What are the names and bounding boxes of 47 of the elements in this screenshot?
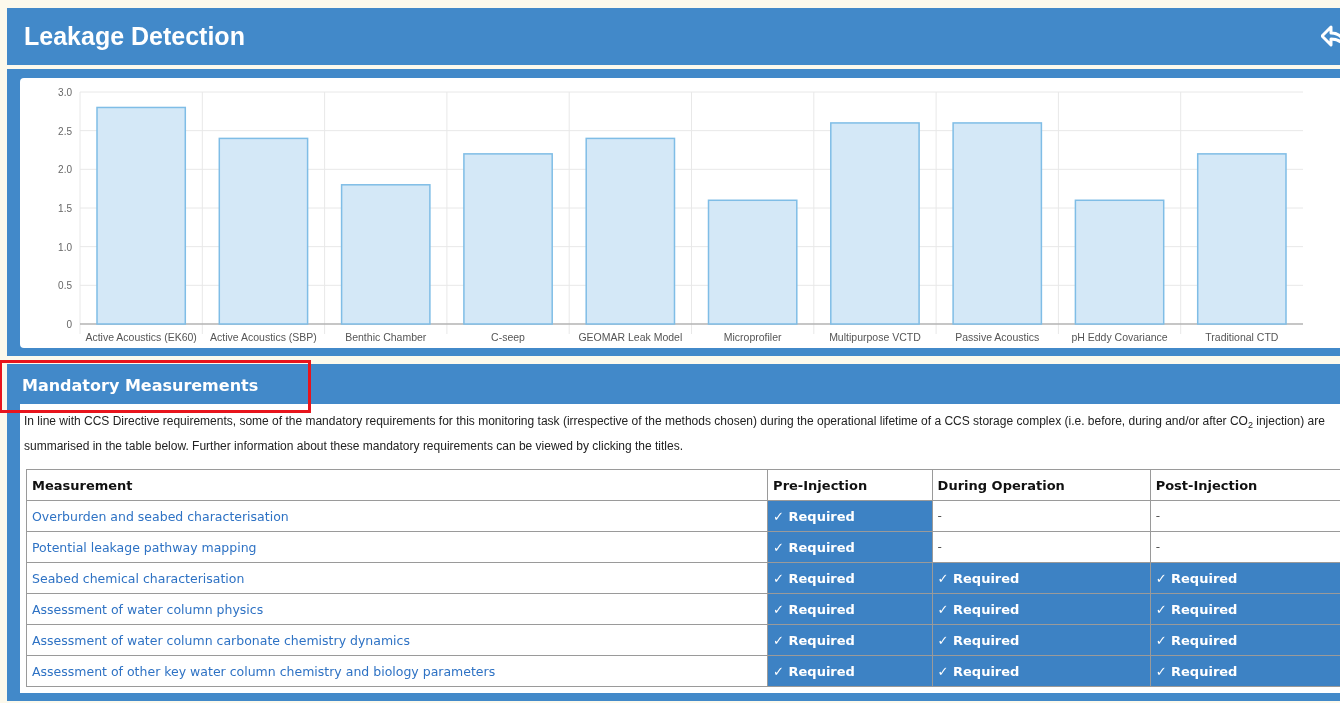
page-title: Leakage Detection — [24, 22, 245, 51]
required-cell: ✓ Required — [767, 531, 933, 563]
required-cell: ✓ Required — [1150, 562, 1340, 594]
axis-category-label: Traditional CTD — [1205, 331, 1279, 343]
required-cell: ✓ Required — [767, 562, 933, 594]
measurement-link[interactable]: Potential leakage pathway mapping — [32, 539, 257, 555]
axis-category-label: Passive Acoustics — [955, 331, 1040, 343]
required-cell: ✓ Required — [932, 655, 1151, 687]
required-cell: ✓ Required — [1150, 655, 1340, 687]
column-header: Measurement — [26, 469, 768, 501]
table-cell: - — [1150, 500, 1340, 532]
required-cell: ✓ Required — [1150, 624, 1340, 656]
axis-tick-label: 3.0 — [58, 87, 72, 98]
axis-category-label: Multipurpose VCTD — [829, 331, 921, 343]
required-cell: ✓ Required — [767, 500, 933, 532]
table-cell: - — [932, 500, 1151, 532]
measurement-link[interactable]: Overburden and seabed characterisation — [32, 508, 289, 524]
back-arrow-icon[interactable] — [1321, 24, 1340, 49]
measurement-link[interactable]: Assessment of water column physics — [32, 601, 264, 617]
axis-category-label: Active Acoustics (SBP) — [210, 331, 317, 343]
required-cell: ✓ Required — [932, 562, 1151, 594]
table-cell: - — [1150, 531, 1340, 563]
measurement-link[interactable]: Seabed chemical characterisation — [32, 570, 245, 586]
required-cell: ✓ Required — [767, 655, 933, 687]
column-header: Post-Injection — [1150, 469, 1340, 501]
required-cell: ✓ Required — [767, 593, 933, 625]
axis-tick-label: 1.0 — [58, 241, 72, 253]
axis-category-label: GEOMAR Leak Model — [578, 331, 683, 343]
column-header: Pre-Injection — [767, 469, 933, 501]
table-cell: - — [932, 531, 1151, 563]
axis-tick-label: 1.5 — [58, 203, 72, 214]
axis-category-label: Benthic Chamber — [345, 331, 427, 343]
axis-category-label: C-seep — [491, 331, 525, 343]
axis-category-label: Microprofiler — [723, 331, 782, 343]
required-cell: ✓ Required — [932, 593, 1151, 625]
axis-category-label: pH Eddy Covariance — [1071, 331, 1168, 343]
intro-paragraph: In line with CCS Directive requirements, some of the mandatory requirements for this monitoring task (irrespective of the methods chosen) during the operational lifetime of a CCS storage complex (i.e. before, during and/or after CO$_{2}$ injection) are summarised in the table below. Further information about these mandatory requirements can be viewed by clicking the titles. — [24, 413, 1326, 456]
axis-tick-label: 0.5 — [58, 280, 72, 292]
required-cell: ✓ Required — [767, 624, 933, 656]
required-cell: ✓ Required — [932, 624, 1151, 656]
axis-tick-label: 2.0 — [58, 164, 72, 176]
axis-tick-label: 0 — [66, 319, 72, 330]
axis-category-label: Active Acoustics (EK60) — [85, 331, 197, 343]
column-header: During Operation — [932, 469, 1151, 501]
required-cell: ✓ Required — [1150, 593, 1340, 625]
section-title: Mandatory Measurements — [21, 375, 260, 397]
axis-tick-label: 2.5 — [58, 125, 72, 137]
